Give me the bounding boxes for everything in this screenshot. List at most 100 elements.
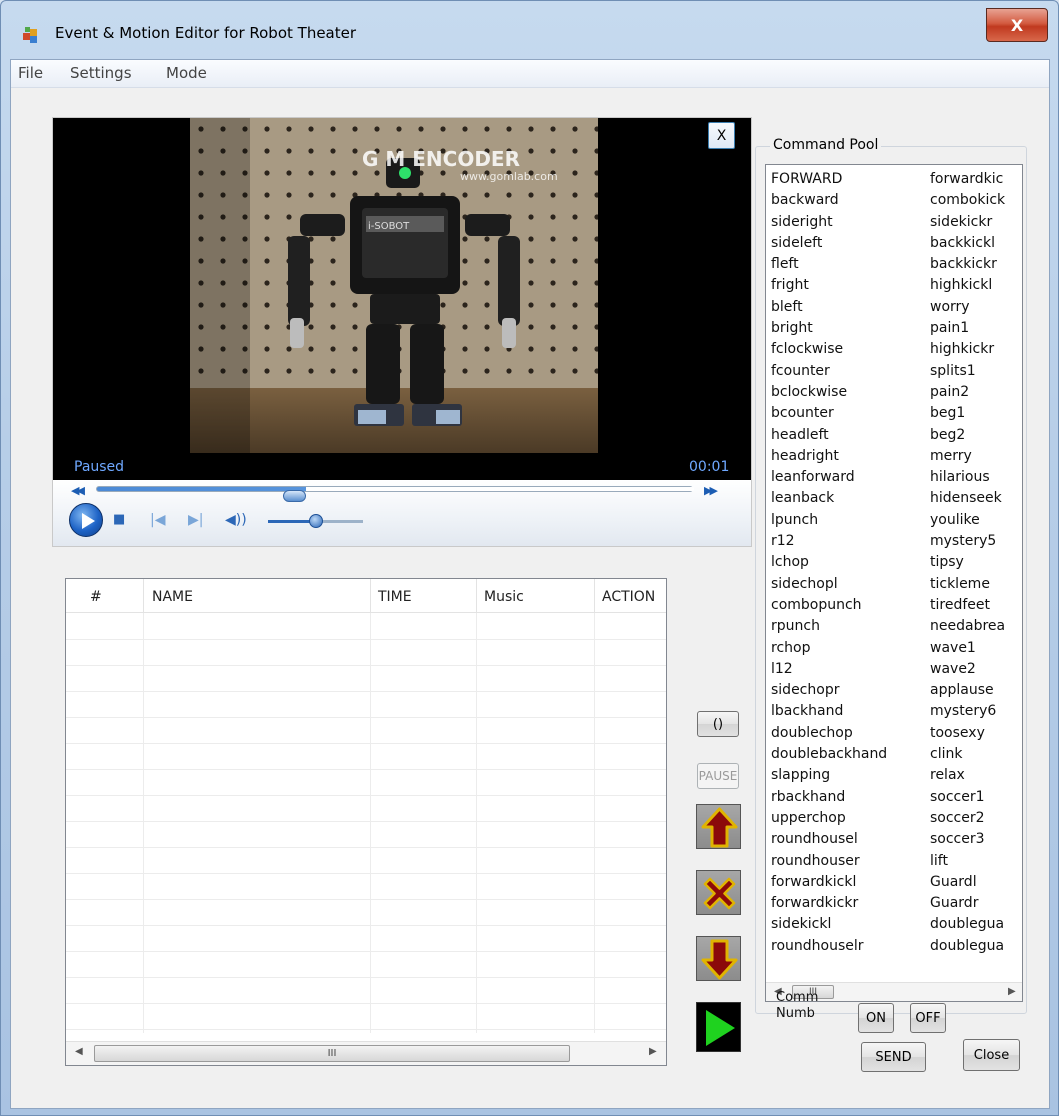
move-down-button[interactable] (696, 936, 741, 981)
command-item[interactable]: hidenseek (930, 488, 1005, 509)
column-name[interactable]: NAME (152, 589, 193, 605)
delete-button[interactable] (696, 870, 741, 915)
command-item[interactable]: roundhousel (771, 829, 887, 850)
command-item[interactable]: soccer3 (930, 829, 1005, 850)
command-item[interactable]: bcounter (771, 403, 887, 424)
pause-button[interactable]: PAUSE (697, 763, 739, 789)
command-item[interactable]: bright (771, 318, 887, 339)
command-item[interactable]: hilarious (930, 467, 1005, 488)
on-button[interactable]: ON (858, 1003, 894, 1033)
volume-icon[interactable]: ◀)) (225, 512, 247, 528)
command-item[interactable]: leanback (771, 488, 887, 509)
command-item[interactable]: highkickl (930, 275, 1005, 296)
command-item[interactable]: roundhouser (771, 851, 887, 872)
command-item[interactable]: sidekickl (771, 914, 887, 935)
command-item[interactable]: backward (771, 190, 887, 211)
command-item[interactable]: bclockwise (771, 382, 887, 403)
command-item[interactable]: doublechop (771, 723, 887, 744)
command-item[interactable]: combokick (930, 190, 1005, 211)
command-item[interactable]: tipsy (930, 552, 1005, 573)
command-item[interactable]: sideright (771, 212, 887, 233)
command-item[interactable]: leanforward (771, 467, 887, 488)
command-item[interactable]: beg2 (930, 425, 1005, 446)
command-item[interactable]: tiredfeet (930, 595, 1005, 616)
command-item[interactable]: toosexy (930, 723, 1005, 744)
command-item[interactable]: soccer2 (930, 808, 1005, 829)
command-item[interactable]: soccer1 (930, 787, 1005, 808)
command-item[interactable]: sidechopr (771, 680, 887, 701)
command-item[interactable]: r12 (771, 531, 887, 552)
command-item[interactable]: l12 (771, 659, 887, 680)
command-item[interactable]: mystery5 (930, 531, 1005, 552)
fast-forward-icon[interactable]: ▶▶ (704, 484, 718, 497)
send-button[interactable]: SEND (861, 1042, 926, 1072)
command-item[interactable]: wave2 (930, 659, 1005, 680)
command-item[interactable]: beg1 (930, 403, 1005, 424)
command-item[interactable]: forwardkickl (771, 872, 887, 893)
command-item[interactable]: fright (771, 275, 887, 296)
command-item[interactable]: doublegua (930, 936, 1005, 957)
command-item[interactable]: headleft (771, 425, 887, 446)
scroll-thumb[interactable]: III (94, 1045, 570, 1062)
run-sequence-button[interactable] (696, 1002, 741, 1052)
command-item[interactable]: fclockwise (771, 339, 887, 360)
command-item[interactable]: Guardr (930, 893, 1005, 914)
command-item[interactable]: merry (930, 446, 1005, 467)
command-item[interactable]: doublebackhand (771, 744, 887, 765)
command-item[interactable]: lpunch (771, 510, 887, 531)
command-item[interactable]: backkickr (930, 254, 1005, 275)
command-item[interactable]: Guardl (930, 872, 1005, 893)
command-item[interactable]: clink (930, 744, 1005, 765)
menu-mode[interactable]: Mode (166, 64, 207, 82)
close-button[interactable]: Close (963, 1039, 1020, 1071)
command-item[interactable]: bleft (771, 297, 887, 318)
column-action[interactable]: ACTION (602, 589, 655, 605)
command-item[interactable]: highkickr (930, 339, 1005, 360)
video-close-button[interactable]: X (708, 122, 735, 149)
seek-bar[interactable] (96, 486, 694, 502)
menu-file[interactable]: File (18, 64, 43, 82)
command-item[interactable]: applause (930, 680, 1005, 701)
command-item[interactable]: worry (930, 297, 1005, 318)
command-item[interactable]: rpunch (771, 616, 887, 637)
scroll-right-icon[interactable]: ▶ (1008, 986, 1016, 997)
command-item[interactable]: forwardkic (930, 169, 1005, 190)
command-item[interactable]: pain2 (930, 382, 1005, 403)
command-item[interactable]: needabrea (930, 616, 1005, 637)
event-table-body[interactable] (66, 613, 666, 1033)
command-item[interactable]: relax (930, 765, 1005, 786)
command-item[interactable]: mystery6 (930, 701, 1005, 722)
next-icon[interactable]: ▶| (188, 512, 203, 528)
command-item[interactable]: rbackhand (771, 787, 887, 808)
command-item[interactable]: fleft (771, 254, 887, 275)
command-item[interactable]: upperchop (771, 808, 887, 829)
command-item[interactable]: FORWARD (771, 169, 887, 190)
paren-button[interactable]: () (697, 711, 739, 737)
command-item[interactable]: youlike (930, 510, 1005, 531)
column-number[interactable]: # (90, 589, 102, 605)
move-up-button[interactable] (696, 804, 741, 849)
command-item[interactable]: slapping (771, 765, 887, 786)
command-item[interactable]: forwardkickr (771, 893, 887, 914)
volume-thumb[interactable] (309, 514, 323, 528)
command-item[interactable]: lift (930, 851, 1005, 872)
command-item[interactable]: lchop (771, 552, 887, 573)
command-item[interactable]: wave1 (930, 638, 1005, 659)
command-item[interactable]: rchop (771, 638, 887, 659)
column-time[interactable]: TIME (378, 589, 412, 605)
command-pool-list[interactable]: FORWARD backward sideright sideleft fleft fri… (765, 164, 1023, 1002)
command-item[interactable]: headright (771, 446, 887, 467)
scroll-left-icon[interactable]: ◀ (75, 1046, 83, 1057)
off-button[interactable]: OFF (910, 1003, 946, 1033)
menu-settings[interactable]: Settings (70, 64, 132, 82)
command-item[interactable]: tickleme (930, 574, 1005, 595)
command-item[interactable]: fcounter (771, 361, 887, 382)
command-item[interactable]: sideleft (771, 233, 887, 254)
stop-icon[interactable]: ■ (113, 512, 125, 527)
previous-icon[interactable]: |◀ (150, 512, 165, 528)
command-item[interactable]: lbackhand (771, 701, 887, 722)
window-close-button[interactable]: X (986, 8, 1048, 42)
event-table-hscroll[interactable]: ◀ III ▶ (66, 1041, 666, 1065)
command-item[interactable]: sidekickr (930, 212, 1005, 233)
seek-thumb[interactable] (283, 490, 306, 502)
